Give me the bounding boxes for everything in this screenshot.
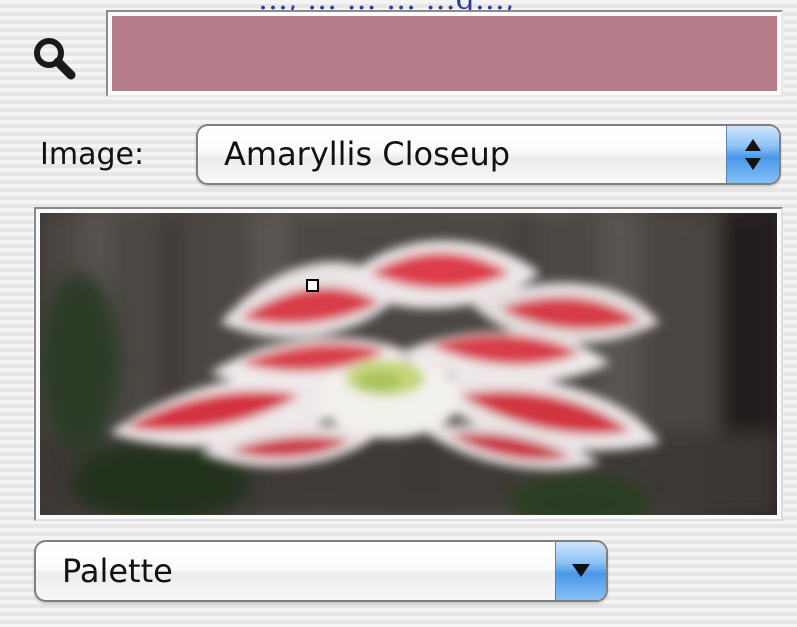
magnifier-icon[interactable] [30, 34, 78, 82]
flower-image[interactable] [40, 213, 777, 515]
image-popup-value: Amaryllis Closeup [224, 135, 511, 173]
image-label: Image: [40, 137, 145, 172]
color-swatch [112, 16, 777, 91]
palette-popup-value: Palette [62, 552, 173, 590]
up-down-chevrons-icon [726, 126, 779, 183]
sample-point-cursor-icon[interactable] [306, 279, 319, 292]
image-popup-button[interactable]: Amaryllis Closeup [196, 124, 781, 185]
color-swatch-well[interactable] [106, 10, 783, 97]
down-triangle-icon [555, 542, 606, 600]
palette-popup-button[interactable]: Palette [34, 540, 608, 602]
image-well[interactable] [34, 207, 783, 521]
